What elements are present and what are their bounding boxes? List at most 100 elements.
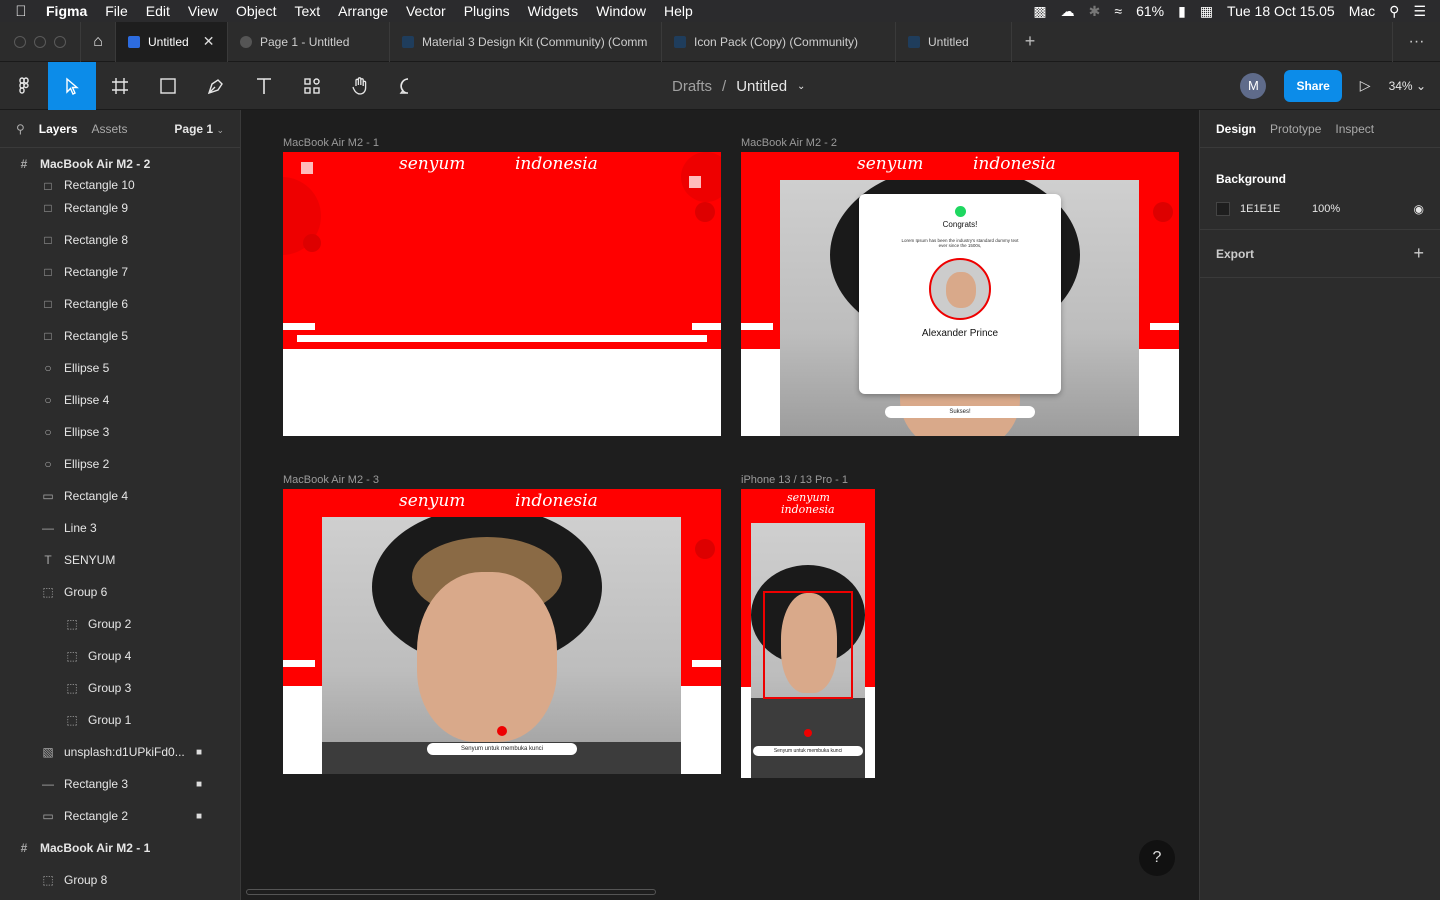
layer-row[interactable]: ▭ Rectangle 2 ■ — [0, 800, 240, 832]
zoom-dropdown[interactable]: 34% ⌄ — [1389, 79, 1426, 93]
layer-row[interactable]: ▧ unsplash:d1UPkiFd0... ■ — [0, 736, 240, 768]
close-tab-icon[interactable]: ✕ — [203, 33, 215, 50]
user-name[interactable]: Mac — [1349, 3, 1375, 19]
lock-icon[interactable]: ■ — [196, 779, 202, 790]
page-selector[interactable]: Page 1 ⌄ — [174, 122, 224, 136]
layer-row[interactable]: ▭ Rectangle 4 — [0, 480, 240, 512]
close-window-button[interactable] — [14, 35, 26, 48]
resources-tool[interactable] — [288, 62, 336, 110]
tab-inspect[interactable]: Inspect — [1335, 122, 1374, 136]
apple-icon[interactable]:  — [0, 3, 42, 20]
hand-tool[interactable] — [336, 62, 384, 110]
layer-row[interactable]: ⬚ Group 6 — [0, 576, 240, 608]
layer-row[interactable]: ⬚ Group 3 — [0, 672, 240, 704]
canvas[interactable]: MacBook Air M2 - 1 senyum indonesia MacB… — [241, 110, 1199, 900]
menu-view[interactable]: View — [179, 3, 227, 19]
frame-macbook-1[interactable]: senyum indonesia — [283, 152, 721, 436]
menu-widgets[interactable]: Widgets — [519, 3, 588, 19]
move-tool[interactable] — [48, 61, 96, 110]
layer-row[interactable]: ○ Ellipse 3 — [0, 416, 240, 448]
frame-macbook-2[interactable]: senyum indonesia Congrats! Lorem Ipsum h… — [741, 152, 1179, 436]
share-button[interactable]: Share — [1284, 69, 1342, 102]
layer-row[interactable]: □ Rectangle 8 — [0, 224, 240, 256]
layer-row[interactable]: □ Rectangle 5 — [0, 320, 240, 352]
tab-icon-pack[interactable]: Icon Pack (Copy) (Community) — [662, 21, 896, 62]
frame-label-macbook-1[interactable]: MacBook Air M2 - 1 — [283, 137, 379, 149]
frame-macbook-3[interactable]: senyum indonesia Senyum untuk membuka ku… — [283, 489, 721, 774]
menu-edit[interactable]: Edit — [137, 3, 179, 19]
spotlight-icon[interactable]: ⚲ — [1389, 3, 1399, 20]
add-export-plus-icon[interactable]: + — [1413, 243, 1424, 264]
control-center-icon[interactable]: ☰ — [1413, 3, 1426, 20]
layer-row[interactable]: T SENYUM — [0, 544, 240, 576]
home-button[interactable]: ⌂ — [80, 21, 116, 62]
menu-plugins[interactable]: Plugins — [455, 3, 519, 19]
frame-tool[interactable] — [96, 62, 144, 110]
tab-material-3[interactable]: Material 3 Design Kit (Community) (Comm — [390, 21, 662, 62]
layer-row[interactable]: ○ Ellipse 5 — [0, 352, 240, 384]
frame-iphone[interactable]: senyum indonesia Senyum untuk membuka ku… — [741, 489, 875, 778]
layer-row[interactable]: □ Rectangle 7 — [0, 256, 240, 288]
tab-untitled-active[interactable]: Untitled ✕ — [116, 21, 228, 62]
layer-row[interactable]: # MacBook Air M2 - 1 — [0, 832, 240, 864]
layer-row[interactable]: — Rectangle 3 ■ — [0, 768, 240, 800]
layer-row[interactable]: # MacBook Air M2 - 2 — [0, 148, 240, 180]
tab-assets[interactable]: Assets — [92, 122, 128, 136]
minimize-window-button[interactable] — [34, 35, 46, 48]
eye-icon[interactable]: ◉ — [1414, 202, 1424, 216]
tab-prototype[interactable]: Prototype — [1270, 122, 1321, 136]
tab-layers[interactable]: Layers — [39, 122, 78, 136]
menu-file[interactable]: File — [96, 3, 137, 19]
clock[interactable]: Tue 18 Oct 15.05 — [1227, 3, 1335, 19]
calendar-icon[interactable]: ▦ — [1200, 3, 1213, 20]
layer-row[interactable]: ⬚ Group 1 — [0, 704, 240, 736]
search-icon[interactable]: ⚲ — [16, 122, 25, 136]
breadcrumb-drafts[interactable]: Drafts — [672, 78, 712, 95]
frame-label-macbook-2[interactable]: MacBook Air M2 - 2 — [741, 137, 837, 149]
layer-row[interactable]: □ Rectangle 10 — [0, 180, 240, 192]
layer-row[interactable]: ⬚ Group 4 — [0, 640, 240, 672]
comment-tool[interactable] — [384, 62, 432, 110]
battery-icon[interactable]: ▮ — [1178, 3, 1186, 20]
help-button[interactable]: ? — [1139, 840, 1175, 876]
layer-row[interactable]: ⬚ Group 8 — [0, 864, 240, 896]
breadcrumb-file-name[interactable]: Untitled — [736, 78, 787, 95]
bluetooth-icon[interactable]: ✱ — [1089, 3, 1101, 20]
frame-label-macbook-3[interactable]: MacBook Air M2 - 3 — [283, 474, 379, 486]
more-tabs-button[interactable]: ··· — [1392, 21, 1440, 62]
creative-cloud-icon[interactable]: ☁ — [1061, 3, 1075, 20]
layer-row[interactable]: ○ Ellipse 2 — [0, 448, 240, 480]
menu-help[interactable]: Help — [655, 3, 702, 19]
user-avatar[interactable]: M — [1240, 72, 1267, 99]
frame-label-iphone[interactable]: iPhone 13 / 13 Pro - 1 — [741, 474, 848, 486]
tab-page1-untitled[interactable]: Page 1 - Untitled — [228, 21, 390, 62]
layer-row[interactable]: ○ Ellipse 4 — [0, 384, 240, 416]
layer-row[interactable]: — Line 3 — [0, 512, 240, 544]
chevron-down-icon[interactable]: ⌄ — [797, 81, 805, 92]
background-swatch[interactable] — [1216, 202, 1230, 216]
text-tool[interactable] — [240, 62, 288, 110]
background-opacity[interactable]: 100% — [1312, 203, 1340, 215]
new-tab-button[interactable]: + — [1012, 31, 1048, 52]
menu-app-name[interactable]: Figma — [42, 3, 96, 19]
menu-text[interactable]: Text — [285, 3, 329, 19]
pen-tool[interactable] — [192, 62, 240, 110]
horizontal-scrollbar[interactable] — [246, 889, 656, 895]
layer-row[interactable]: ⬚ Group 2 — [0, 608, 240, 640]
menu-arrange[interactable]: Arrange — [329, 3, 397, 19]
present-play-icon[interactable]: ▷ — [1360, 77, 1371, 94]
lock-icon[interactable]: ■ — [196, 811, 202, 822]
wifi-icon[interactable]: ≈ — [1114, 3, 1122, 19]
background-hex[interactable]: 1E1E1E — [1240, 203, 1302, 215]
tab-untitled-2[interactable]: Untitled — [896, 21, 1012, 62]
lock-icon[interactable]: ■ — [196, 747, 202, 758]
main-menu-button[interactable] — [0, 62, 48, 110]
shape-tool[interactable] — [144, 62, 192, 110]
layer-row[interactable]: □ Rectangle 9 — [0, 192, 240, 224]
figma-status-icon[interactable]: ▩ — [1033, 3, 1046, 20]
menu-object[interactable]: Object — [227, 3, 285, 19]
maximize-window-button[interactable] — [54, 35, 66, 48]
menu-vector[interactable]: Vector — [397, 3, 455, 19]
tab-design[interactable]: Design — [1216, 122, 1256, 136]
layer-row[interactable]: □ Rectangle 6 — [0, 288, 240, 320]
